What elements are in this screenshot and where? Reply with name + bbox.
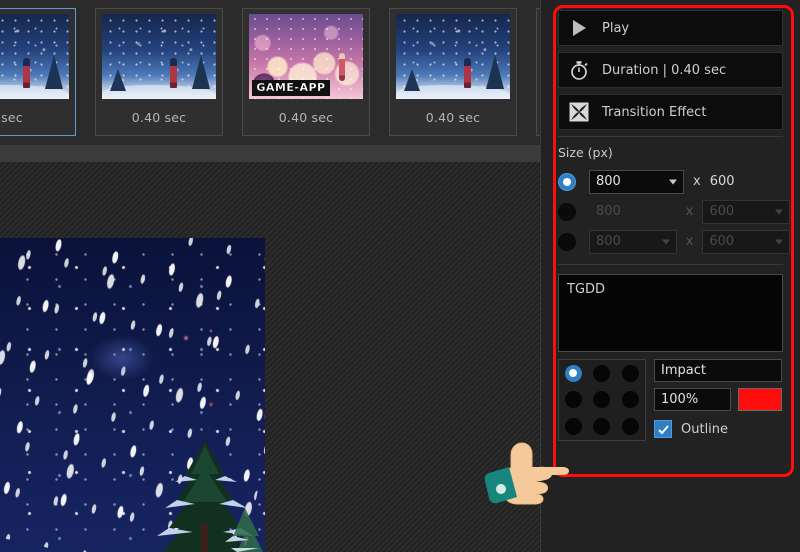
- font-color-swatch[interactable]: [738, 388, 782, 411]
- opacity-and-color-row: 100%: [654, 388, 782, 411]
- thumbnail-duration-label: 0.40 sec: [425, 110, 481, 125]
- align-middle-left[interactable]: [564, 391, 582, 409]
- chevron-down-icon: [661, 239, 670, 244]
- size-height-select: 600: [702, 229, 790, 254]
- align-middle-right[interactable]: [622, 391, 640, 409]
- thumb-figure: [170, 58, 178, 89]
- thumbnail-image: [102, 14, 216, 99]
- thumbnail-duration-label: sec: [1, 110, 23, 125]
- size-width-field: 800: [596, 204, 621, 219]
- play-icon: [567, 16, 591, 40]
- section-divider: [558, 136, 783, 137]
- properties-panel: Play Duration | 0.40 sec Transition Effe…: [540, 0, 800, 552]
- canvas-preview-image[interactable]: [0, 238, 265, 552]
- thumb-tree-right: [192, 54, 211, 89]
- font-family-value: Impact: [661, 363, 706, 378]
- size-dimension-separator: x: [693, 174, 701, 189]
- duration-button[interactable]: Duration | 0.40 sec: [558, 52, 783, 88]
- thumbnail-artwork: [102, 14, 216, 99]
- size-options-group[interactable]: 800 x 600 800 x 600 800 x 600: [558, 169, 790, 254]
- size-width-value: 800: [596, 174, 621, 189]
- canvas-glow: [90, 335, 155, 382]
- thumbnail-artwork: [396, 14, 510, 99]
- canvas-sparkle-2: [209, 329, 214, 334]
- thumbnail-watermark: GAME-APP: [252, 79, 330, 96]
- stopwatch-icon: [567, 58, 591, 82]
- size-option-radio[interactable]: [558, 172, 576, 191]
- transition-effect-label: Transition Effect: [602, 104, 707, 120]
- thumb-figure: [23, 58, 31, 89]
- size-option-row[interactable]: 800 x 600: [558, 199, 790, 224]
- thumbnail-duration-label: 0.40 sec: [278, 110, 334, 125]
- filmstrip-track: sec0.40 secGAME-APP0.40 sec0.40 secGAME-…: [0, 8, 540, 136]
- filmstrip-thumbnail[interactable]: sec: [0, 8, 76, 136]
- overlay-text-input[interactable]: TGDD: [558, 274, 783, 352]
- thumbnail-artwork: [0, 14, 69, 99]
- app-window: sec0.40 secGAME-APP0.40 sec0.40 secGAME-…: [0, 0, 800, 552]
- play-button[interactable]: Play: [558, 10, 783, 46]
- thumb-tree-right: [45, 54, 64, 89]
- transition-effect-button[interactable]: Transition Effect: [558, 94, 783, 130]
- size-option-radio[interactable]: [558, 232, 576, 251]
- size-width-select: 800: [589, 229, 677, 254]
- duration-button-label: Duration | 0.40 sec: [602, 62, 727, 78]
- chevron-down-icon: [669, 179, 677, 184]
- font-family-select[interactable]: Impact: [654, 359, 782, 382]
- chevron-down-icon: [774, 209, 783, 214]
- timeline-filmstrip[interactable]: sec0.40 secGAME-APP0.40 sec0.40 secGAME-…: [0, 0, 540, 145]
- size-height-value: 600: [709, 234, 735, 249]
- size-option-row[interactable]: 800 x 600: [558, 229, 790, 254]
- filmstrip-thumbnail[interactable]: 0.40 sec: [389, 8, 517, 136]
- size-dimension-separator: x: [685, 234, 694, 249]
- align-top-center[interactable]: [593, 364, 611, 382]
- align-top-left[interactable]: [564, 364, 582, 382]
- properties-panel-content: Play Duration | 0.40 sec Transition Effe…: [558, 10, 790, 441]
- font-controls-column: Impact 100% Outline: [654, 359, 782, 441]
- thumbnail-image: [0, 14, 69, 99]
- section-divider-2: [558, 264, 783, 265]
- chevron-down-icon: [774, 239, 783, 244]
- size-dimension-separator: x: [685, 204, 694, 219]
- play-button-label: Play: [602, 20, 630, 36]
- size-width-select[interactable]: 800: [589, 169, 684, 194]
- align-middle-center[interactable]: [593, 391, 611, 409]
- hand-pointer-cursor: [484, 442, 569, 505]
- thumbnail-image: [396, 14, 510, 99]
- thumb-figure: [464, 58, 472, 89]
- filmstrip-thumbnail[interactable]: 0.40 sec: [95, 8, 223, 136]
- align-top-right[interactable]: [622, 364, 640, 382]
- size-option-radio[interactable]: [558, 202, 576, 221]
- align-bottom-center[interactable]: [593, 418, 611, 436]
- thumb-figure: [339, 53, 346, 82]
- font-opacity-select[interactable]: 100%: [654, 388, 731, 411]
- transition-icon: [567, 100, 591, 124]
- canvas-work-area[interactable]: [0, 162, 540, 552]
- size-width-value: 800: [596, 234, 621, 249]
- canvas-sparkle-1: [182, 335, 189, 342]
- thumb-tree-left: [109, 68, 126, 91]
- text-style-controls: Impact 100% Outline: [558, 359, 783, 441]
- outline-label: Outline: [681, 421, 729, 437]
- size-section-title: Size (px): [558, 145, 613, 160]
- check-icon: [657, 424, 669, 434]
- thumb-tree-right: [486, 54, 505, 89]
- size-height-value: 600: [709, 204, 735, 219]
- outline-option[interactable]: Outline: [654, 420, 782, 438]
- font-opacity-value: 100%: [661, 392, 699, 407]
- size-option-row[interactable]: 800 x 600: [558, 169, 790, 194]
- filmstrip-thumbnail[interactable]: GAME-APP 0.40 sec: [242, 8, 370, 136]
- size-height-select: 600: [702, 199, 790, 224]
- canvas-sparkle-3: [209, 401, 214, 409]
- size-height-value: 600: [709, 174, 735, 189]
- align-bottom-right[interactable]: [622, 418, 640, 436]
- thumb-tree-left: [403, 68, 420, 91]
- thumbnail-image: GAME-APP: [249, 14, 363, 99]
- canvas-pine-tree: [157, 440, 263, 552]
- thumbnail-duration-label: 0.40 sec: [131, 110, 187, 125]
- filmstrip-scrollbar-track[interactable]: [0, 145, 540, 306]
- text-alignment-grid[interactable]: [558, 359, 646, 441]
- outline-checkbox[interactable]: [654, 420, 672, 438]
